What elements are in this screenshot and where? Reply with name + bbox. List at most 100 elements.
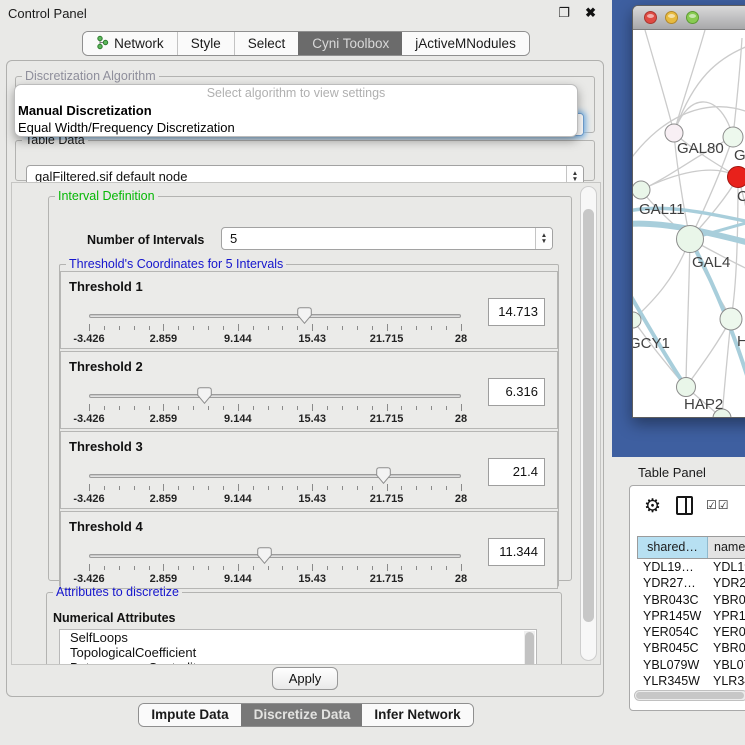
network-window-titlebar[interactable] — [633, 6, 745, 30]
tab-select[interactable]: Select — [234, 32, 299, 55]
close-window-icon[interactable]: ✖ — [585, 5, 596, 21]
cell-shared-name[interactable]: YER054C — [637, 624, 707, 640]
cell-name[interactable]: YDR27… — [707, 575, 745, 591]
table-row[interactable]: YLR345WYLR345W — [637, 673, 745, 689]
cell-name[interactable]: YER054C — [707, 624, 745, 640]
network-canvas[interactable]: GAL80GACGAL11GAL4GCY1HHAP2 — [633, 30, 745, 417]
cell-name[interactable]: YPR145W — [707, 608, 745, 624]
tab-infer-network[interactable]: Infer Network — [362, 704, 472, 726]
tab-cyni-toolbox[interactable]: Cyni Toolbox — [298, 32, 402, 55]
network-edge[interactable] — [686, 239, 690, 387]
network-edge[interactable] — [641, 170, 738, 190]
vertical-scrollbar-thumb[interactable] — [583, 209, 594, 622]
attribute-list-item[interactable]: BetweennessCentrality — [60, 660, 536, 665]
attribute-list-item[interactable]: SelfLoops — [60, 630, 536, 645]
slider-handle[interactable] — [297, 307, 312, 324]
list-scrollbar-thumb[interactable] — [525, 632, 534, 665]
network-node[interactable] — [728, 167, 745, 188]
list-scrollbar[interactable] — [524, 631, 535, 665]
settings-gear-icon[interactable]: ⚙ — [644, 495, 661, 518]
attribute-list-item[interactable]: TopologicalCoefficient — [60, 645, 536, 660]
slider-track[interactable] — [89, 554, 461, 558]
cell-name[interactable]: YBR045C — [707, 640, 745, 656]
cell-name[interactable]: YBL079W — [707, 657, 745, 673]
threshold-value-field[interactable]: 21.4 — [488, 458, 545, 486]
split-columns-icon[interactable] — [676, 496, 693, 515]
apply-button[interactable]: Apply — [272, 667, 338, 690]
table-panel-title: Table Panel — [638, 465, 706, 480]
slider-ticks — [89, 564, 461, 572]
threshold-value-field[interactable]: 11.344 — [488, 538, 545, 566]
network-edge[interactable] — [722, 319, 731, 418]
slider-track[interactable] — [89, 394, 461, 398]
slider-track[interactable] — [89, 314, 461, 318]
close-light[interactable] — [644, 11, 657, 24]
cell-name[interactable]: YLR345W — [707, 673, 745, 689]
axis-tick-label: 15.43 — [298, 333, 326, 345]
tick-mark — [297, 326, 298, 330]
float-window-icon[interactable]: ❐ — [558, 5, 570, 21]
table-row[interactable]: YPR145WYPR145W — [637, 608, 745, 624]
cell-name[interactable]: YDL19… — [707, 559, 745, 575]
network-edge[interactable] — [645, 30, 674, 133]
table-horizontal-scrollbar[interactable] — [634, 690, 745, 701]
cell-name[interactable]: YBR043C — [707, 592, 745, 608]
network-node[interactable] — [633, 181, 650, 199]
cell-shared-name[interactable]: YLR345W — [637, 673, 707, 689]
table-row[interactable]: YDR27…YDR27… — [637, 575, 745, 591]
tab-jactivemnodules[interactable]: jActiveMNodules — [402, 32, 529, 55]
threshold-slider-1[interactable]: -3.4262.8599.14415.4321.71528 — [89, 312, 461, 346]
column-header-name[interactable]: name — [708, 537, 745, 558]
cell-shared-name[interactable]: YBR043C — [637, 592, 707, 608]
network-edge[interactable] — [686, 319, 731, 387]
tab-impute-data[interactable]: Impute Data — [139, 704, 240, 726]
minimize-light[interactable] — [665, 11, 678, 24]
tick-mark — [387, 324, 388, 331]
threshold-value-field[interactable]: 6.316 — [488, 378, 545, 406]
threshold-slider-2[interactable]: -3.4262.8599.14415.4321.71528 — [89, 392, 461, 426]
table-row[interactable]: YBR045CYBR045C — [637, 640, 745, 656]
cell-shared-name[interactable]: YPR145W — [637, 608, 707, 624]
tick-mark — [104, 486, 105, 490]
table-row[interactable]: YBR043CYBR043C — [637, 592, 745, 608]
tab-network[interactable]: Network — [83, 32, 177, 55]
combobox-stepper-icon[interactable]: ▲ ▼ — [535, 228, 552, 249]
tab-style[interactable]: Style — [177, 32, 234, 55]
dropdown-item[interactable]: Equal Width/Frequency Discretization — [15, 119, 577, 136]
network-node[interactable] — [677, 378, 696, 397]
cell-shared-name[interactable]: YDR27… — [637, 575, 707, 591]
slider-handle[interactable] — [197, 387, 212, 404]
table-row[interactable]: YER054CYER054C — [637, 624, 745, 640]
table-row[interactable]: YDL19…YDL19… — [637, 559, 745, 575]
tick-mark — [327, 326, 328, 330]
network-edge[interactable] — [633, 239, 690, 320]
threshold-slider-4[interactable]: -3.4262.8599.14415.4321.71528 — [89, 552, 461, 586]
table-horizontal-scrollbar-thumb[interactable] — [636, 692, 744, 699]
threshold-slider-3[interactable]: -3.4262.8599.14415.4321.71528 — [89, 472, 461, 506]
slider-handle[interactable] — [376, 467, 391, 484]
tick-mark — [238, 404, 239, 411]
network-node[interactable] — [677, 226, 704, 253]
slider-handle[interactable] — [257, 547, 272, 564]
number-of-intervals-combobox[interactable]: 5 ▲ ▼ — [221, 227, 553, 250]
vertical-scrollbar[interactable] — [580, 186, 597, 661]
dropdown-item[interactable]: Manual Discretization — [15, 102, 577, 119]
attribute-items: SelfLoopsTopologicalCoefficientBetweenne… — [60, 630, 536, 665]
zoom-light[interactable] — [686, 11, 699, 24]
numerical-attributes-list[interactable]: SelfLoopsTopologicalCoefficientBetweenne… — [59, 629, 537, 665]
dropdown-placeholder-item[interactable]: Select algorithm to view settings — [15, 85, 577, 102]
cell-shared-name[interactable]: YBR045C — [637, 640, 707, 656]
slider-axis-labels: -3.4262.8599.14415.4321.71528 — [89, 573, 461, 585]
attributes-group: Attributes to discretize Numerical Attri… — [46, 585, 562, 665]
network-node[interactable] — [723, 127, 743, 147]
table-row[interactable]: YBL079WYBL079W — [637, 657, 745, 673]
column-header-shared-name[interactable]: shared… — [638, 537, 708, 558]
select-columns-icon[interactable]: ☑☑ — [706, 498, 730, 512]
tab-discretize-data[interactable]: Discretize Data — [241, 704, 363, 726]
cell-shared-name[interactable]: YDL19… — [637, 559, 707, 575]
slider-track[interactable] — [89, 474, 461, 478]
cell-shared-name[interactable]: YBL079W — [637, 657, 707, 673]
threshold-value-field[interactable]: 14.713 — [488, 298, 545, 326]
control-panel-titlebar: Control Panel ❐ ✖ — [0, 0, 612, 26]
network-node[interactable] — [720, 308, 742, 330]
